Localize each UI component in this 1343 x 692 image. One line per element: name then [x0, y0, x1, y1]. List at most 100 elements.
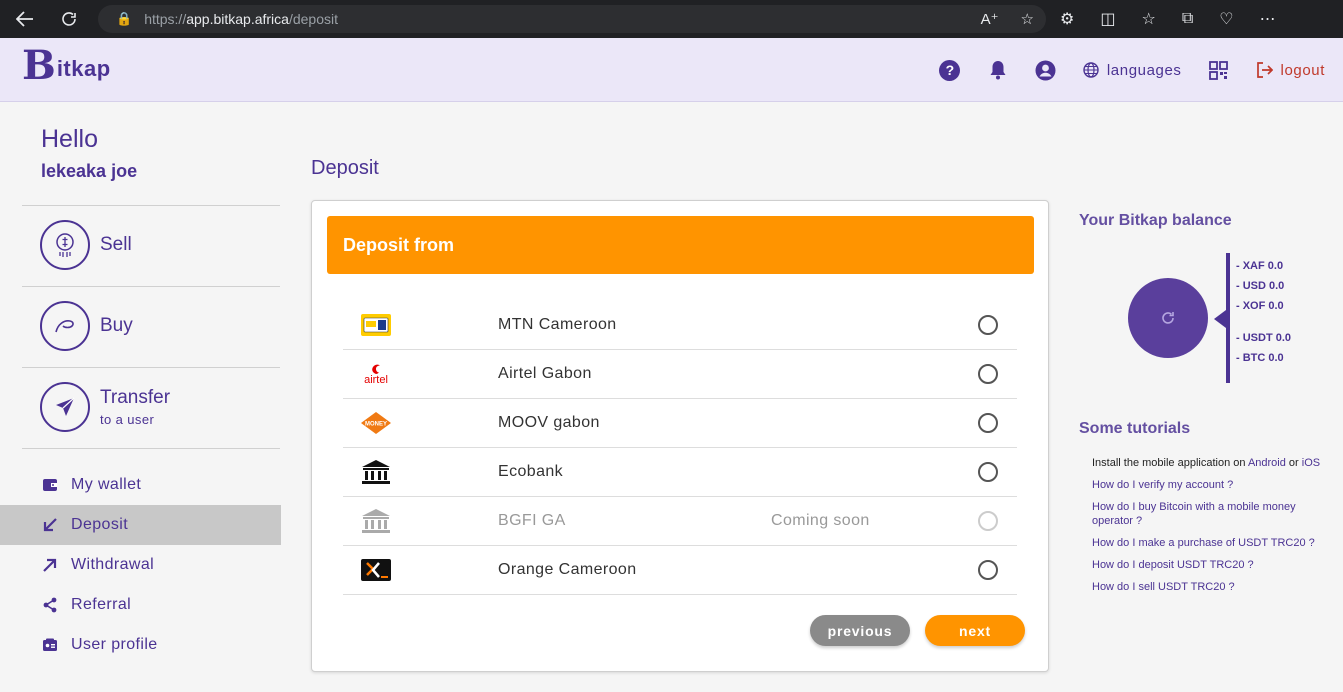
read-aloud-icon[interactable]: A⁺	[981, 10, 999, 28]
method-name: Airtel Gabon	[498, 365, 592, 382]
moov-logo: MONEY	[351, 411, 401, 435]
next-button[interactable]: next	[925, 615, 1025, 646]
sidebar-item-referral[interactable]: Referral	[0, 585, 281, 625]
tutorials-title: Some tutorials	[1079, 420, 1191, 437]
transfer-button[interactable]: Transfer to a user	[40, 382, 170, 432]
balance-xof: - XOF 0.0	[1236, 300, 1284, 312]
balance-pointer	[1214, 310, 1226, 328]
account-icon[interactable]	[1035, 59, 1057, 81]
bank-icon	[351, 508, 401, 534]
orange-money-logo	[351, 559, 401, 581]
qr-code-icon[interactable]	[1208, 59, 1230, 81]
method-radio[interactable]	[978, 315, 998, 335]
url-prefix: https://	[144, 11, 187, 27]
refresh-icon	[1162, 312, 1174, 324]
divider	[22, 367, 280, 368]
sidebar-item-label: Referral	[71, 596, 132, 613]
android-link[interactable]: Android	[1248, 457, 1286, 469]
logo-letter: B	[22, 42, 56, 89]
reload-icon[interactable]	[52, 2, 86, 36]
logout-button[interactable]: logout	[1256, 62, 1325, 79]
arrow-down-left-icon	[41, 517, 59, 533]
bitkap-logo[interactable]: Bitkap	[22, 46, 111, 86]
extensions-icon[interactable]: ⚙	[1060, 9, 1074, 29]
balance-divider	[1226, 253, 1230, 383]
tutorial-link[interactable]: How do I sell USDT TRC20 ?	[1092, 580, 1332, 594]
method-name: Orange Cameroon	[498, 561, 637, 578]
moov-logo-text: MONEY	[365, 422, 387, 428]
method-radio[interactable]	[978, 560, 998, 580]
transfer-sublabel: to a user	[100, 412, 155, 427]
previous-button[interactable]: previous	[810, 615, 910, 646]
method-name: BGFI GA	[498, 512, 566, 529]
wallet-icon	[41, 478, 59, 492]
method-name: Ecobank	[498, 463, 564, 480]
health-icon[interactable]: ♡	[1219, 9, 1233, 29]
sidebar: Hello lekeaka joe Sell Buy Transfer to a…	[0, 103, 282, 692]
back-icon[interactable]	[8, 2, 42, 36]
tutorial-link[interactable]: How do I make a purchase of USDT TRC20 ?	[1092, 536, 1332, 550]
address-bar[interactable]: 🔒 https://app.bitkap.africa/deposit A⁺ ☆	[98, 5, 1046, 33]
sell-label: Sell	[100, 234, 132, 255]
favorites-icon[interactable]: ☆	[1141, 9, 1155, 29]
divider	[22, 205, 280, 206]
sidebar-item-deposit[interactable]: Deposit	[0, 505, 281, 545]
languages-label: languages	[1106, 61, 1182, 79]
method-name: MOOV gabon	[498, 414, 600, 431]
sidebar-item-user-profile[interactable]: User profile	[0, 625, 281, 665]
buy-icon	[40, 301, 90, 351]
method-radio[interactable]	[978, 462, 998, 482]
balance-title: Your Bitkap balance	[1079, 212, 1232, 229]
sidebar-item-my-wallet[interactable]: My wallet	[0, 465, 281, 505]
sell-button[interactable]: Sell	[40, 220, 132, 270]
logo-text: itkap	[56, 56, 111, 81]
method-name: MTN Cameroon	[498, 316, 617, 333]
greeting: Hello	[41, 125, 98, 153]
share-icon	[41, 597, 59, 613]
favorite-star-icon[interactable]: ☆	[1021, 10, 1034, 28]
method-radio	[978, 511, 998, 531]
airtel-logo: airtel	[351, 363, 401, 386]
split-screen-icon[interactable]: ◫	[1100, 9, 1115, 29]
tutorial-link[interactable]: How do I deposit USDT TRC20 ?	[1092, 558, 1332, 572]
bell-icon[interactable]	[987, 59, 1009, 81]
buy-button[interactable]: Buy	[40, 301, 133, 351]
send-icon	[40, 382, 90, 432]
mtn-logo	[351, 314, 401, 336]
method-row-moov[interactable]: MONEY MOOV gabon	[343, 399, 1017, 448]
balance-usdt: - USDT 0.0	[1236, 332, 1292, 344]
method-row-mtn[interactable]: MTN Cameroon	[343, 301, 1017, 350]
divider	[22, 286, 280, 287]
install-or: or	[1285, 457, 1302, 469]
method-row-ecobank[interactable]: Ecobank	[343, 448, 1017, 497]
tutorial-link[interactable]: How do I buy Bitcoin with a mobile money…	[1092, 500, 1322, 528]
lock-icon: 🔒	[116, 11, 133, 26]
method-radio[interactable]	[978, 413, 998, 433]
bank-icon	[351, 459, 401, 485]
method-row-orange[interactable]: Orange Cameroon	[343, 546, 1017, 595]
tutorial-link[interactable]: How do I verify my account ?	[1092, 478, 1332, 492]
method-row-airtel[interactable]: airtel Airtel Gabon	[343, 350, 1017, 399]
sidebar-item-label: My wallet	[71, 476, 142, 493]
method-radio[interactable]	[978, 364, 998, 384]
sidebar-item-label: Deposit	[71, 516, 129, 533]
logout-icon	[1256, 62, 1273, 78]
username: lekeaka joe	[41, 161, 138, 181]
refresh-balance-button[interactable]	[1128, 278, 1208, 358]
sidebar-item-label: User profile	[71, 636, 158, 653]
help-icon[interactable]: ?	[939, 59, 961, 81]
buy-label: Buy	[100, 315, 133, 336]
logout-label: logout	[1280, 61, 1325, 79]
more-icon[interactable]: ⋯	[1260, 9, 1276, 29]
balance-usd: - USD 0.0	[1236, 280, 1285, 292]
sidebar-item-withdrawal[interactable]: Withdrawal	[0, 545, 281, 585]
header-nav: ? languages logout	[939, 38, 1325, 102]
balance-xaf: - XAF 0.0	[1236, 260, 1284, 272]
collections-icon[interactable]: ⧉	[1182, 10, 1193, 28]
url-path: /deposit	[288, 11, 338, 27]
ios-link[interactable]: iOS	[1302, 457, 1320, 469]
method-row-bgfi: BGFI GA Coming soon	[343, 497, 1017, 546]
languages-button[interactable]: languages	[1083, 62, 1182, 79]
install-prefix: Install the mobile application on	[1092, 457, 1248, 469]
deposit-card: Deposit from MTN Cameroon airtel Airtel …	[311, 200, 1049, 672]
